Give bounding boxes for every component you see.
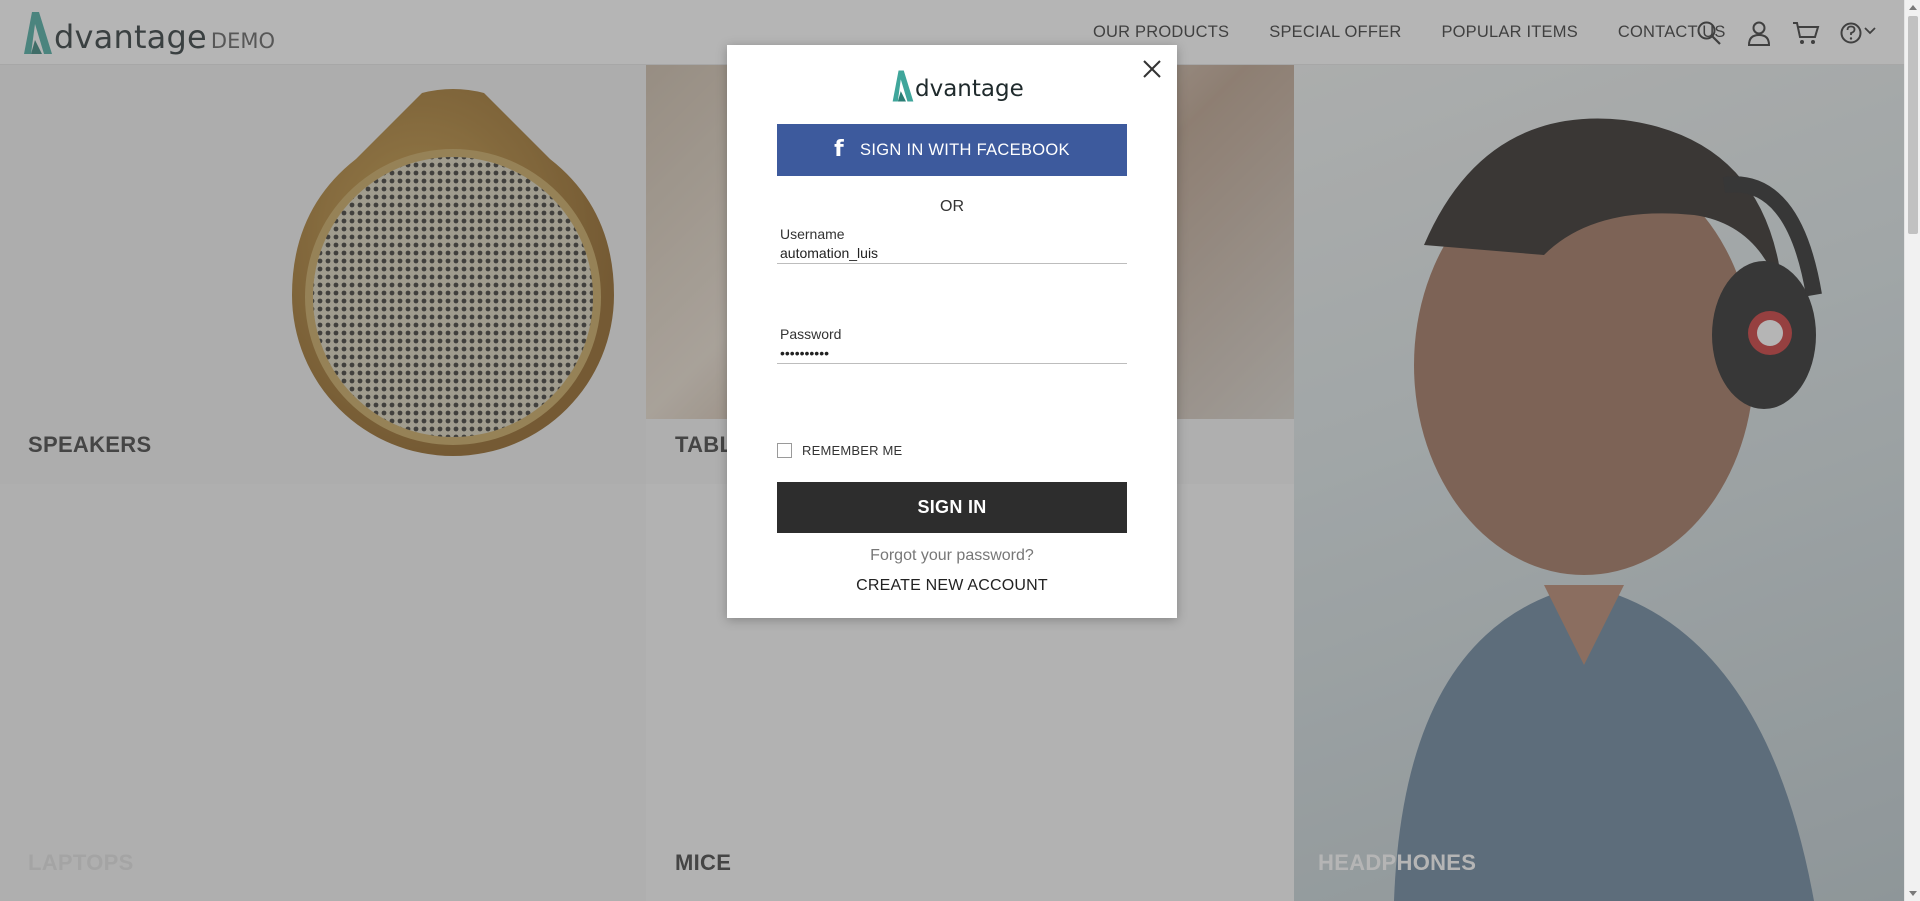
password-field-group: Password [777,326,1127,364]
facebook-icon: f [834,137,845,162]
modal-logo: dvantage [891,69,1024,103]
modal-logo-text: dvantage [915,76,1024,102]
username-field-group: Username [777,226,1127,264]
facebook-signin-label: SIGN IN WITH FACEBOOK [860,140,1070,159]
scroll-thumb[interactable] [1908,16,1918,234]
password-input[interactable] [777,342,1127,364]
username-input[interactable] [777,242,1127,264]
scroll-up-arrow[interactable] [1909,5,1917,10]
username-label: Username [780,226,845,242]
login-modal: dvantage f SIGN IN WITH FACEBOOK OR User… [727,45,1177,618]
password-label: Password [780,326,842,342]
page-scrollbar[interactable] [1904,0,1920,901]
scroll-down-arrow[interactable] [1909,891,1917,896]
facebook-signin-button[interactable]: f SIGN IN WITH FACEBOOK [777,124,1127,176]
create-account-link[interactable]: CREATE NEW ACCOUNT [727,577,1177,595]
remember-me-box[interactable] [777,443,792,458]
close-icon[interactable] [1141,58,1163,80]
sign-in-label: SIGN IN [917,497,987,517]
remember-me-checkbox[interactable]: REMEMBER ME [777,443,902,458]
or-divider: OR [940,198,964,215]
sign-in-button[interactable]: SIGN IN [777,482,1127,533]
remember-me-label: REMEMBER ME [802,443,903,458]
advantage-logo-icon [892,70,914,102]
forgot-password-link[interactable]: Forgot your password? [727,547,1177,565]
